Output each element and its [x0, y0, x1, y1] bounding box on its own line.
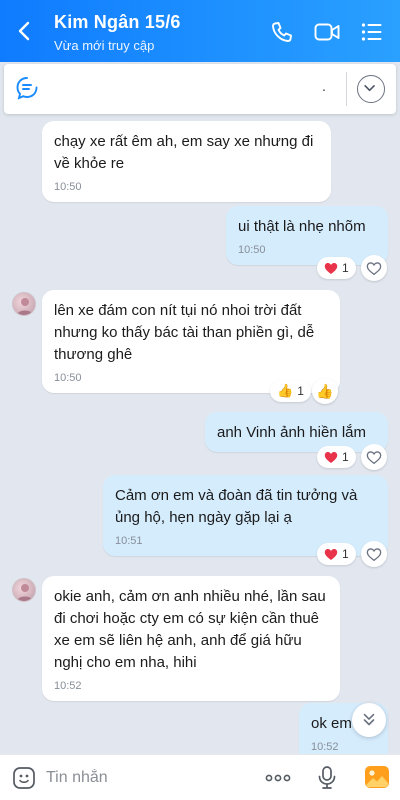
message-time: 10:52 [311, 741, 339, 753]
reaction-badge[interactable]: 1 [317, 257, 356, 279]
react-button[interactable] [361, 255, 387, 281]
reaction-count: 1 [342, 547, 349, 561]
reaction-badge[interactable]: 1 [317, 543, 356, 565]
phone-icon[interactable] [270, 20, 294, 44]
menu-list-icon[interactable] [360, 20, 384, 44]
message-text: okie anh, cảm ơn anh nhiều nhé, lần sau … [54, 588, 326, 671]
chat-header: Kim Ngân 15/6 Vừa mới truy cập [0, 0, 400, 62]
message-bubble-incoming[interactable]: okie anh, cảm ơn anh nhiều nhé, lần sau … [42, 576, 340, 701]
emoji-icon[interactable] [12, 766, 36, 790]
message-bubble-incoming[interactable]: lên xe đám con nít tụi nó nhoi trời đất … [42, 290, 340, 393]
message-input[interactable] [46, 767, 246, 789]
heart-outline-icon [366, 547, 382, 561]
back-arrow-icon[interactable] [14, 20, 36, 42]
reaction-count: 1 [342, 261, 349, 275]
heart-outline-icon [366, 450, 382, 464]
reaction-count: 1 [342, 450, 349, 464]
heart-icon [324, 262, 338, 274]
heart-icon [324, 548, 338, 560]
contact-name[interactable]: Kim Ngân 15/6 [54, 12, 181, 33]
message-text: ok em [311, 715, 352, 732]
message-bubble-outgoing[interactable]: anh Vinh ảnh hiền lắm [205, 412, 388, 452]
chevron-down-icon [364, 85, 375, 92]
message-text: Cảm ơn em và đoàn đã tin tưởng và ủng hộ… [115, 487, 358, 526]
more-options-icon[interactable] [264, 769, 292, 787]
message-text: chạy xe rất êm ah, em say xe nhưng đi về… [54, 133, 314, 172]
reaction-badge[interactable]: 👍 1 [270, 380, 311, 402]
avatar[interactable] [12, 578, 36, 602]
image-gallery-icon[interactable] [364, 765, 390, 789]
heart-outline-icon [366, 261, 382, 275]
microphone-icon[interactable] [316, 765, 338, 791]
pinned-message-bar[interactable]: . [4, 64, 396, 114]
message-bubble-incoming[interactable]: chạy xe rất êm ah, em say xe nhưng đi về… [42, 121, 331, 202]
expand-button[interactable] [357, 75, 385, 103]
double-chevron-down-icon [363, 713, 375, 726]
chat-bubble-icon [16, 77, 38, 100]
message-text: lên xe đám con nít tụi nó nhoi trời đất … [54, 302, 315, 363]
avatar-image-icon [17, 584, 33, 601]
message-text: anh Vinh ảnh hiền lắm [217, 424, 367, 441]
reaction-count: 1 [297, 384, 304, 398]
message-bubble-outgoing[interactable]: ui thật là nhẹ nhõm 10:50 [226, 206, 388, 265]
react-button[interactable]: 👍 [312, 378, 338, 404]
divider [346, 72, 347, 106]
thumbs-up-icon: 👍 [316, 382, 334, 399]
avatar-image-icon [17, 298, 33, 315]
message-time: 10:50 [238, 244, 266, 256]
react-button[interactable] [361, 444, 387, 470]
reaction-badge[interactable]: 1 [317, 446, 356, 468]
pinned-text: . [322, 78, 326, 94]
video-call-icon[interactable] [314, 22, 340, 42]
scroll-to-bottom-button[interactable] [352, 703, 386, 737]
avatar[interactable] [12, 292, 36, 316]
thumbs-up-icon: 👍 [277, 383, 294, 398]
react-button[interactable] [361, 541, 387, 567]
contact-status: Vừa mới truy cập [54, 38, 155, 53]
message-time: 10:52 [54, 680, 82, 692]
message-time: 10:50 [54, 181, 82, 193]
message-input-bar [0, 754, 400, 800]
heart-icon [324, 451, 338, 463]
message-text: ui thật là nhẹ nhõm [238, 218, 366, 235]
